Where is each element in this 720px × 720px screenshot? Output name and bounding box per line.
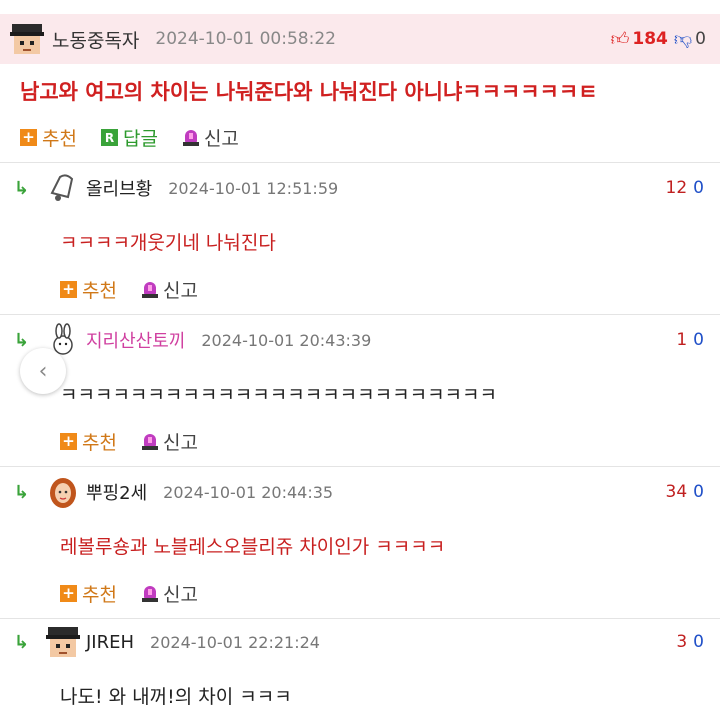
recommend-button[interactable]: + 추천 [60, 276, 117, 303]
recommend-button[interactable]: + 추천 [20, 124, 77, 151]
pixel-man-avatar[interactable] [46, 625, 80, 659]
comment-up-count: 12 [665, 178, 688, 198]
comment-votes: 12 0 [666, 166, 704, 210]
divider [0, 162, 720, 163]
report-button[interactable]: 신고 [141, 580, 198, 607]
comment-date: 2024-10-01 22:21:24 [150, 632, 320, 652]
reply-icon: R [100, 129, 118, 146]
divider [0, 314, 720, 315]
bell-avatar[interactable] [46, 171, 80, 205]
up-count: 184 [632, 29, 668, 49]
girl-avatar[interactable] [46, 475, 80, 509]
comment-votes: 1 0 [676, 318, 704, 362]
siren-icon [141, 281, 159, 299]
comment-actions: + 추천 신고 [60, 276, 222, 303]
down-count: 0 [695, 29, 706, 49]
recommend-button[interactable]: + 추천 [60, 428, 117, 455]
siren-icon [141, 433, 159, 451]
comment-header: ↳ JIREH 2024-10-01 22:21:24 3 0 [0, 620, 720, 664]
comment-text: ㅋㅋㅋㅋ개웃기네 나눠진다 [60, 232, 276, 254]
divider [0, 466, 720, 467]
siren-icon [182, 129, 200, 147]
side-scroll-button[interactable]: ‹ [20, 348, 66, 394]
recommend-button[interactable]: + 추천 [60, 580, 117, 607]
comment-text: ㅋㅋㅋㅋㅋㅋㅋㅋㅋㅋㅋㅋㅋㅋㅋㅋㅋㅋㅋㅋㅋㅋㅋㅋㅋ [60, 384, 498, 406]
comment-up-count: 3 [676, 632, 688, 652]
thumbs-up-icon[interactable]: 👍︎ [611, 28, 630, 50]
comment-date: 2024-10-01 20:43:39 [201, 330, 372, 350]
report-button[interactable]: 신고 [141, 276, 198, 303]
comment-nickname[interactable]: 뿌핑2세 [86, 479, 147, 505]
comment-header: ↳ 뿌핑2세 2024-10-01 20:44:35 34 0 [0, 470, 720, 514]
post-date: 2024-10-01 00:58:22 [155, 29, 336, 49]
post-votes: 👍︎ 184 👎︎ 0 [611, 14, 706, 64]
report-button[interactable]: 신고 [182, 124, 239, 151]
plus-icon: + [60, 585, 77, 602]
comment-header: ↳ 올리브황 2024-10-01 12:51:59 12 0 [0, 166, 720, 210]
comment-votes: 3 0 [676, 620, 704, 664]
thumbs-down-icon[interactable]: 👎︎ [674, 28, 692, 50]
siren-icon [141, 585, 159, 603]
comment-down-count: 0 [693, 178, 704, 198]
comment-nickname[interactable]: 지리산산토끼 [86, 327, 185, 353]
plus-icon: + [60, 281, 77, 298]
comment-actions: + 추천 신고 [60, 580, 222, 607]
comment-text: 레볼루숑과 노블레스오블리쥬 차이인가 ㅋㅋㅋㅋ [60, 536, 446, 558]
comment-down-count: 0 [693, 482, 704, 502]
comment-down-count: 0 [693, 632, 704, 652]
comment-actions: + 추천 신고 [60, 428, 222, 455]
plus-icon: + [60, 433, 77, 450]
comment-nickname[interactable]: 올리브황 [86, 175, 152, 201]
author-avatar[interactable] [10, 22, 44, 56]
reply-arrow-icon: ↳ [14, 329, 30, 351]
reply-button[interactable]: R 답글 [100, 124, 158, 151]
divider [0, 618, 720, 619]
comment-header: ↳ 지리산산토끼 2024-10-01 20:43:39 1 0 [0, 318, 720, 362]
comment-nickname[interactable]: JIREH [86, 632, 134, 653]
report-button[interactable]: 신고 [141, 428, 198, 455]
comment-date: 2024-10-01 20:44:35 [163, 482, 334, 502]
reply-arrow-icon: ↳ [14, 177, 30, 199]
reply-arrow-icon: ↳ [14, 631, 30, 653]
author-nickname[interactable]: 노동중독자 [52, 26, 139, 53]
comment-down-count: 0 [693, 330, 704, 350]
comment-date: 2024-10-01 12:51:59 [168, 178, 339, 198]
post-title: 남고와 여고의 차이는 나눠준다와 나눠진다 아니냐ㅋㅋㅋㅋㅋㅋㅌ [20, 80, 598, 104]
plus-icon: + [20, 129, 37, 146]
reply-arrow-icon: ↳ [14, 481, 30, 503]
comment-text: 나도! 와 내꺼!의 차이 ㅋㅋㅋ [60, 686, 292, 708]
comment-up-count: 1 [676, 330, 688, 350]
post-header: 노동중독자 2024-10-01 00:58:22 👍︎ 184 👎︎ 0 [0, 14, 720, 64]
post-actions: + 추천 R 답글 신고 [20, 124, 263, 151]
chevron-left-icon: ‹ [38, 358, 48, 384]
comment-votes: 34 0 [666, 470, 704, 514]
comment-up-count: 34 [665, 482, 688, 502]
